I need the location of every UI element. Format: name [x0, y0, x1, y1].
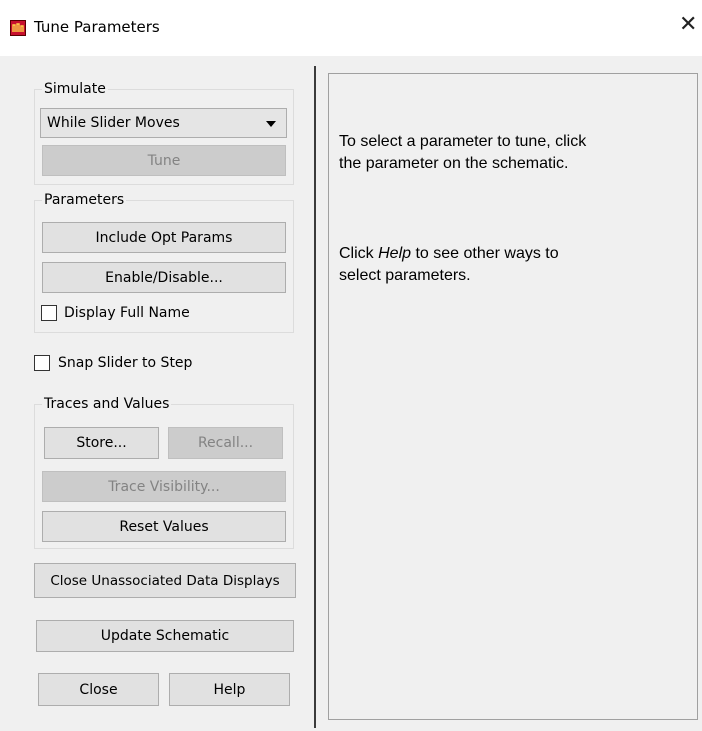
reset-values-button[interactable]: Reset Values: [42, 511, 286, 542]
help-button[interactable]: Help: [169, 673, 290, 706]
display-full-name-label: Display Full Name: [64, 305, 190, 321]
close-icon[interactable]: ✕: [679, 14, 697, 36]
store-button[interactable]: Store...: [44, 427, 159, 459]
snap-slider-label: Snap Slider to Step: [58, 355, 193, 371]
traces-group-label: Traces and Values: [42, 396, 172, 412]
app-logo-icon: [10, 20, 26, 36]
title-bar: Tune Parameters ✕: [0, 0, 702, 56]
close-button[interactable]: Close: [38, 673, 159, 706]
info-line-3-suffix: to see other ways to: [411, 245, 559, 262]
include-opt-params-button[interactable]: Include Opt Params: [42, 222, 286, 253]
trace-visibility-button[interactable]: Trace Visibility...: [42, 471, 286, 502]
info-line-2: the parameter on the schematic.: [339, 155, 569, 172]
info-panel: To select a parameter to tune, click the…: [328, 73, 698, 720]
help-link-text: Help: [378, 245, 412, 262]
tune-button[interactable]: Tune: [42, 145, 286, 176]
enable-disable-button[interactable]: Enable/Disable...: [42, 262, 286, 293]
simulate-mode-value: While Slider Moves: [47, 115, 180, 131]
recall-button[interactable]: Recall...: [168, 427, 283, 459]
parameters-group-label: Parameters: [42, 192, 127, 208]
simulate-mode-dropdown[interactable]: While Slider Moves: [40, 108, 287, 138]
display-full-name-checkbox[interactable]: [41, 305, 57, 321]
info-line-1: To select a parameter to tune, click: [339, 133, 587, 150]
info-line-3: Click Help to see other ways to: [339, 243, 559, 265]
panel-divider[interactable]: [314, 66, 316, 728]
info-line-3-prefix: Click: [339, 245, 379, 262]
snap-slider-checkbox[interactable]: [34, 355, 50, 371]
info-line-4: select parameters.: [339, 267, 471, 284]
update-schematic-button[interactable]: Update Schematic: [36, 620, 294, 652]
window-title: Tune Parameters: [34, 18, 160, 36]
chevron-down-icon: [266, 121, 276, 127]
simulate-group-label: Simulate: [42, 81, 108, 97]
close-unassociated-button[interactable]: Close Unassociated Data Displays: [34, 563, 296, 598]
